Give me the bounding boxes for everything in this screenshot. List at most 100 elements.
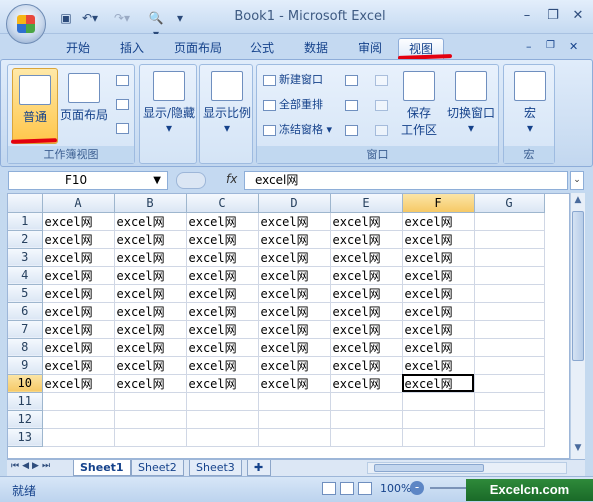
office-button[interactable]: [6, 4, 46, 44]
save-icon[interactable]: ▣: [58, 10, 74, 26]
cell[interactable]: excel网: [330, 266, 403, 285]
cell[interactable]: excel网: [114, 248, 187, 267]
cell[interactable]: [474, 428, 545, 447]
zoom-button[interactable]: 显示比例 ▾: [200, 69, 254, 135]
cell[interactable]: excel网: [42, 212, 115, 231]
row-header[interactable]: 13: [8, 428, 43, 447]
cell[interactable]: [42, 428, 115, 447]
page-break-status-icon[interactable]: [358, 482, 372, 495]
scroll-thumb[interactable]: [572, 211, 584, 361]
cell[interactable]: [258, 392, 331, 411]
cell[interactable]: excel网: [114, 320, 187, 339]
cell[interactable]: excel网: [42, 356, 115, 375]
show-hide-button[interactable]: 显示/隐藏 ▾: [142, 69, 196, 135]
cell[interactable]: [330, 428, 403, 447]
row-header[interactable]: 1: [8, 212, 43, 231]
cell[interactable]: excel网: [186, 320, 259, 339]
row-header[interactable]: 11: [8, 392, 43, 411]
cell[interactable]: excel网: [114, 230, 187, 249]
cell[interactable]: [330, 392, 403, 411]
row-header[interactable]: 12: [8, 410, 43, 429]
row-header[interactable]: 10: [8, 374, 43, 393]
row-header[interactable]: 3: [8, 248, 43, 267]
cell[interactable]: excel网: [330, 284, 403, 303]
column-header[interactable]: B: [114, 194, 187, 213]
worksheet-grid[interactable]: ABCDEFG 1 excel网 excel网 excel网 excel网 excel网 e…: [7, 193, 570, 459]
cell[interactable]: excel网: [42, 374, 115, 393]
reset-position-icon[interactable]: [375, 123, 391, 137]
normal-view-button[interactable]: 普通: [12, 68, 58, 144]
sheet-nav-icon[interactable]: ⏮◀▶⏭: [11, 461, 53, 471]
undo-icon[interactable]: ↶▾: [80, 10, 100, 26]
cell[interactable]: excel网: [330, 212, 403, 231]
workbook-restore-icon[interactable]: ❐: [546, 40, 555, 51]
page-layout-view-button[interactable]: 页面布局: [60, 71, 108, 123]
tab-review[interactable]: 审阅: [350, 38, 390, 60]
formula-input[interactable]: excel网: [244, 171, 568, 190]
cell[interactable]: [186, 428, 259, 447]
cell[interactable]: excel网: [42, 248, 115, 267]
custom-views-icon[interactable]: [116, 97, 132, 111]
row-header[interactable]: 2: [8, 230, 43, 249]
cell[interactable]: [474, 338, 545, 357]
cell[interactable]: [474, 302, 545, 321]
cell[interactable]: excel网: [258, 266, 331, 285]
cell[interactable]: [474, 230, 545, 249]
freeze-panes-button[interactable]: 冻结窗格 ▾: [263, 121, 332, 139]
cell[interactable]: excel网: [402, 302, 475, 321]
ribbon-minimize-icon[interactable]: –: [526, 40, 532, 53]
cell[interactable]: excel网: [330, 356, 403, 375]
cell[interactable]: excel网: [330, 320, 403, 339]
new-window-button[interactable]: 新建窗口: [263, 71, 323, 89]
switch-windows-button[interactable]: 切换窗口 ▾: [445, 69, 497, 135]
unhide-icon[interactable]: [345, 123, 361, 137]
cell[interactable]: excel网: [258, 248, 331, 267]
cell[interactable]: excel网: [258, 230, 331, 249]
normal-view-status-icon[interactable]: [322, 482, 336, 495]
full-screen-icon[interactable]: [116, 121, 132, 135]
cell[interactable]: excel网: [330, 302, 403, 321]
cell[interactable]: excel网: [330, 248, 403, 267]
select-all-corner[interactable]: [8, 194, 43, 213]
cell[interactable]: [402, 392, 475, 411]
row-header[interactable]: 5: [8, 284, 43, 303]
tab-page-layout[interactable]: 页面布局: [166, 38, 230, 60]
cell[interactable]: excel网: [42, 230, 115, 249]
vertical-scrollbar[interactable]: ▲ ▼: [570, 193, 585, 459]
save-workspace-button[interactable]: 保存 工作区: [399, 69, 439, 138]
column-header[interactable]: D: [258, 194, 331, 213]
cell[interactable]: excel网: [402, 284, 475, 303]
workbook-close-icon[interactable]: ✕: [569, 40, 578, 53]
cell[interactable]: excel网: [258, 212, 331, 231]
cell[interactable]: excel网: [258, 284, 331, 303]
tab-data[interactable]: 数据: [296, 38, 336, 60]
cell[interactable]: [186, 410, 259, 429]
row-header[interactable]: 4: [8, 266, 43, 285]
sheet-tab-1[interactable]: Sheet1: [73, 460, 131, 476]
cell[interactable]: excel网: [258, 338, 331, 357]
cell[interactable]: excel网: [402, 266, 475, 285]
cell[interactable]: [402, 428, 475, 447]
zoom-level[interactable]: 100%: [380, 482, 411, 495]
hide-icon[interactable]: [345, 98, 361, 112]
cell[interactable]: excel网: [402, 320, 475, 339]
cell[interactable]: excel网: [114, 374, 187, 393]
view-side-by-side-icon[interactable]: [375, 73, 391, 87]
cell[interactable]: excel网: [114, 302, 187, 321]
sheet-tab-2[interactable]: Sheet2: [131, 460, 184, 476]
cell[interactable]: excel网: [42, 266, 115, 285]
insert-sheet-icon[interactable]: ✚: [247, 460, 271, 476]
cell[interactable]: excel网: [42, 302, 115, 321]
cell[interactable]: [474, 212, 545, 231]
cell[interactable]: [402, 410, 475, 429]
column-header[interactable]: A: [42, 194, 115, 213]
sync-scrolling-icon[interactable]: [375, 98, 391, 112]
cell[interactable]: [474, 284, 545, 303]
cell[interactable]: [474, 266, 545, 285]
tab-formulas[interactable]: 公式: [242, 38, 282, 60]
cell[interactable]: excel网: [114, 284, 187, 303]
cell[interactable]: [186, 392, 259, 411]
cell[interactable]: excel网: [186, 356, 259, 375]
h-scroll-thumb[interactable]: [374, 464, 484, 472]
name-box[interactable]: F10 ▼: [8, 171, 168, 190]
